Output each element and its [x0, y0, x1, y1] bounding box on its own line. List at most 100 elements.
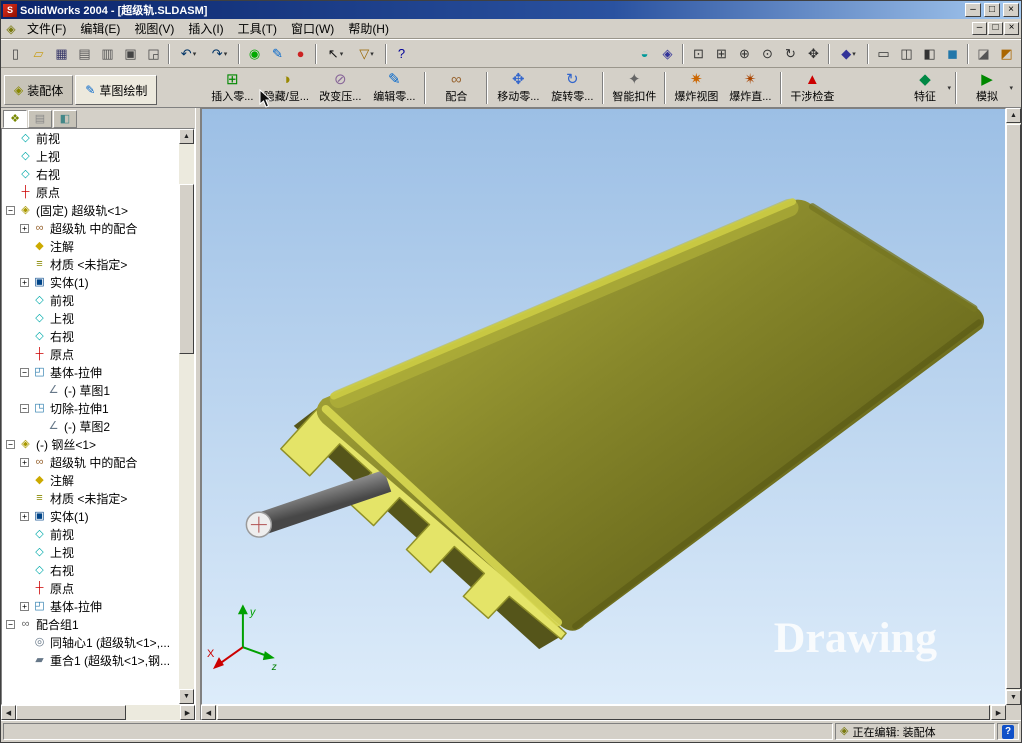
- tree-expander-plus[interactable]: +: [20, 278, 29, 287]
- close-button[interactable]: ×: [1003, 3, 1019, 17]
- tree-expander-plus[interactable]: +: [20, 602, 29, 611]
- tree-vertical-scrollbar[interactable]: ▲ ▼: [179, 129, 194, 704]
- scroll-down-icon[interactable]: ▼: [179, 689, 194, 704]
- tree-item[interactable]: ◇前视: [2, 525, 179, 543]
- tree-horizontal-scrollbar[interactable]: ◀ ▶: [1, 705, 195, 720]
- make-drawing-from-part-button[interactable]: ▤: [73, 43, 96, 65]
- scroll-up-icon[interactable]: ▲: [179, 129, 194, 144]
- dropdown-arrow-icon[interactable]: ▾: [947, 84, 951, 92]
- tree-item[interactable]: −◈(固定) 超级轨<1>: [2, 201, 179, 219]
- move-component-button[interactable]: ✥移动零...: [491, 70, 545, 106]
- tree-item[interactable]: ◇右视: [2, 165, 179, 183]
- tree-item[interactable]: −◰基体-拉伸: [2, 363, 179, 381]
- save-button[interactable]: ▦: [50, 43, 73, 65]
- tree-expander-minus[interactable]: −: [6, 620, 15, 629]
- viewport-horizontal-scrollbar[interactable]: ◀ ▶: [201, 705, 1006, 720]
- viewport-vertical-scrollbar[interactable]: ▲ ▼: [1006, 108, 1021, 705]
- tree-item[interactable]: ┼原点: [2, 345, 179, 363]
- status-help-button[interactable]: ?: [997, 723, 1019, 740]
- menu-view[interactable]: 视图(V): [127, 18, 181, 39]
- hidden-lines-visible-button[interactable]: ◫: [895, 43, 918, 65]
- scrollbar-thumb[interactable]: [1006, 124, 1021, 689]
- rebuild-button[interactable]: ◉: [243, 43, 266, 65]
- zoom-in-out-button[interactable]: ⊕: [733, 43, 756, 65]
- dropdown-arrow-icon[interactable]: ▾: [852, 50, 856, 58]
- property-manager-tab[interactable]: ▤: [28, 110, 52, 128]
- tree-item[interactable]: ≡材质 <未指定>: [2, 489, 179, 507]
- scroll-right-icon[interactable]: ▶: [991, 705, 1006, 720]
- tree-item[interactable]: +◰基体-拉伸: [2, 597, 179, 615]
- doc-close-button[interactable]: ×: [1004, 22, 1019, 35]
- dropdown-arrow-icon[interactable]: ▾: [370, 50, 374, 58]
- print-button[interactable]: ▣: [119, 43, 142, 65]
- feature-manager-tab[interactable]: ❖: [3, 110, 27, 128]
- tree-expander-plus[interactable]: +: [20, 458, 29, 467]
- insert-component-button[interactable]: ⊞插入零...: [205, 70, 259, 106]
- zoom-to-fit-button[interactable]: ⊡: [687, 43, 710, 65]
- tree-item[interactable]: ◆注解: [2, 471, 179, 489]
- tree-item[interactable]: +▣实体(1): [2, 273, 179, 291]
- sketch-button[interactable]: ✎: [266, 43, 289, 65]
- standard-views-button[interactable]: ◆▾: [833, 43, 864, 65]
- exploded-view-button[interactable]: ✷爆炸视图: [669, 70, 723, 106]
- graphics-viewport[interactable]: y X z Drawing: [201, 108, 1006, 705]
- dropdown-arrow-icon[interactable]: ▾: [340, 50, 344, 58]
- tree-item[interactable]: ◇右视: [2, 561, 179, 579]
- doc-minimize-button[interactable]: –: [972, 22, 987, 35]
- tab-assembly[interactable]: ◈装配体: [4, 75, 73, 105]
- explode-line-sketch-button[interactable]: ✴爆炸直...: [723, 70, 777, 106]
- tree-item[interactable]: ┼原点: [2, 579, 179, 597]
- shadows-in-shaded-mode-button[interactable]: ◪: [972, 43, 995, 65]
- menu-edit[interactable]: 编辑(E): [73, 18, 127, 39]
- tree-item[interactable]: ◇前视: [2, 291, 179, 309]
- zoom-to-area-button[interactable]: ⊞: [710, 43, 733, 65]
- hide-show-component-button[interactable]: ◑隐藏/显...: [259, 70, 313, 106]
- tree-item[interactable]: ┼原点: [2, 183, 179, 201]
- mate-button[interactable]: ∞配合: [429, 70, 483, 106]
- dropdown-arrow-icon[interactable]: ▾: [1009, 84, 1013, 92]
- tree-item[interactable]: ∠(-) 草图1: [2, 381, 179, 399]
- tree-item[interactable]: ≡材质 <未指定>: [2, 255, 179, 273]
- undo-button[interactable]: ↶▾: [173, 43, 204, 65]
- tree-expander-plus[interactable]: +: [20, 224, 29, 233]
- tree-expander-minus[interactable]: −: [6, 206, 15, 215]
- tree-item[interactable]: ▰重合1 (超级轨<1>,钢...: [2, 651, 179, 669]
- make-assembly-from-part-button[interactable]: ▥: [96, 43, 119, 65]
- scroll-down-icon[interactable]: ▼: [1006, 690, 1021, 705]
- interference-detection-button[interactable]: ▲干涉检查: [785, 70, 839, 106]
- tree-item[interactable]: +▣实体(1): [2, 507, 179, 525]
- wireframe-button[interactable]: ▭: [872, 43, 895, 65]
- pan-button[interactable]: ✥: [802, 43, 825, 65]
- tree-expander-plus[interactable]: +: [20, 512, 29, 521]
- simulation-button[interactable]: ▶模拟▾: [960, 70, 1014, 106]
- document-icon[interactable]: ◈: [3, 22, 19, 36]
- menu-help[interactable]: 帮助(H): [341, 18, 396, 39]
- hide-show-items-button[interactable]: ◒: [633, 43, 656, 65]
- tree-item[interactable]: −∞配合组1: [2, 615, 179, 633]
- section-view-button[interactable]: ◩: [995, 43, 1018, 65]
- tree-item[interactable]: −◳切除-拉伸1: [2, 399, 179, 417]
- tree-item[interactable]: ◇上视: [2, 543, 179, 561]
- open-button[interactable]: ▱: [27, 43, 50, 65]
- shaded-button[interactable]: ◼: [941, 43, 964, 65]
- scrollbar-thumb[interactable]: [16, 705, 126, 720]
- change-suppression-state-button[interactable]: ⊘改变压...: [313, 70, 367, 106]
- smart-fasteners-button[interactable]: ✦智能扣件: [607, 70, 661, 106]
- tree-item[interactable]: −◈(-) 钢丝<1>: [2, 435, 179, 453]
- tree-expander-minus[interactable]: −: [20, 368, 29, 377]
- tree-item[interactable]: ∠(-) 草图2: [2, 417, 179, 435]
- tree-item[interactable]: ◇右视: [2, 327, 179, 345]
- scrollbar-track[interactable]: [179, 354, 194, 689]
- menu-tools[interactable]: 工具(T): [231, 18, 284, 39]
- tree-item[interactable]: ◎同轴心1 (超级轨<1>,...: [2, 633, 179, 651]
- tree-item[interactable]: ◇上视: [2, 147, 179, 165]
- view-orientation-button[interactable]: ◈: [656, 43, 679, 65]
- print-preview-button[interactable]: ◲: [142, 43, 165, 65]
- doc-restore-button[interactable]: □: [988, 22, 1003, 35]
- minimize-button[interactable]: –: [965, 3, 981, 17]
- title-bar[interactable]: S SolidWorks 2004 - [超级轨.SLDASM] – □ ×: [1, 1, 1021, 19]
- edit-color-button[interactable]: ●: [289, 43, 312, 65]
- menu-insert[interactable]: 插入(I): [181, 18, 230, 39]
- tab-sketch[interactable]: ✎草图绘制: [75, 75, 157, 105]
- scroll-right-icon[interactable]: ▶: [180, 705, 195, 720]
